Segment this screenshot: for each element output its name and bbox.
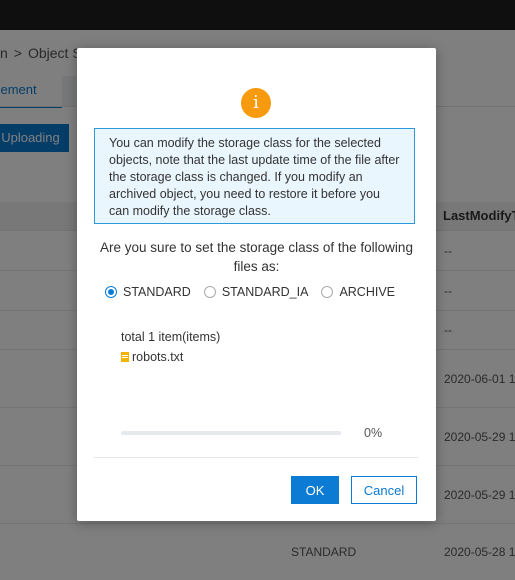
confirm-question: Are you sure to set the storage class of… <box>100 240 413 274</box>
file-name: robots.txt <box>132 350 184 364</box>
radio-label: ARCHIVE <box>339 285 396 299</box>
radio-unchecked-icon[interactable] <box>321 286 334 298</box>
progress-bar <box>121 431 341 435</box>
file-list-item: robots.txt <box>121 350 183 364</box>
cancel-button[interactable]: Cancel <box>351 476 417 504</box>
radio-standard[interactable]: STANDARD <box>105 285 191 299</box>
ok-button[interactable]: OK <box>291 476 339 504</box>
file-icon <box>121 352 129 362</box>
storage-class-radio-group: STANDARD STANDARD_IA ARCHIVE <box>105 285 408 301</box>
notice-box: You can modify the storage class for the… <box>94 128 415 224</box>
info-icon: i <box>241 88 271 118</box>
radio-label: STANDARD <box>123 285 191 299</box>
total-items-label: total 1 item(items) <box>121 330 221 344</box>
radio-standard-ia[interactable]: STANDARD_IA <box>203 285 309 299</box>
dialog-footer-divider <box>94 457 418 458</box>
radio-checked-icon[interactable] <box>105 286 117 298</box>
change-storage-class-dialog: i You can modify the storage class for t… <box>77 48 436 521</box>
progress-percent: 0% <box>364 426 383 440</box>
notice-text: You can modify the storage class for the… <box>109 136 400 218</box>
radio-archive[interactable]: ARCHIVE <box>321 285 395 299</box>
radio-label: STANDARD_IA <box>221 285 309 299</box>
radio-unchecked-icon[interactable] <box>203 286 216 298</box>
